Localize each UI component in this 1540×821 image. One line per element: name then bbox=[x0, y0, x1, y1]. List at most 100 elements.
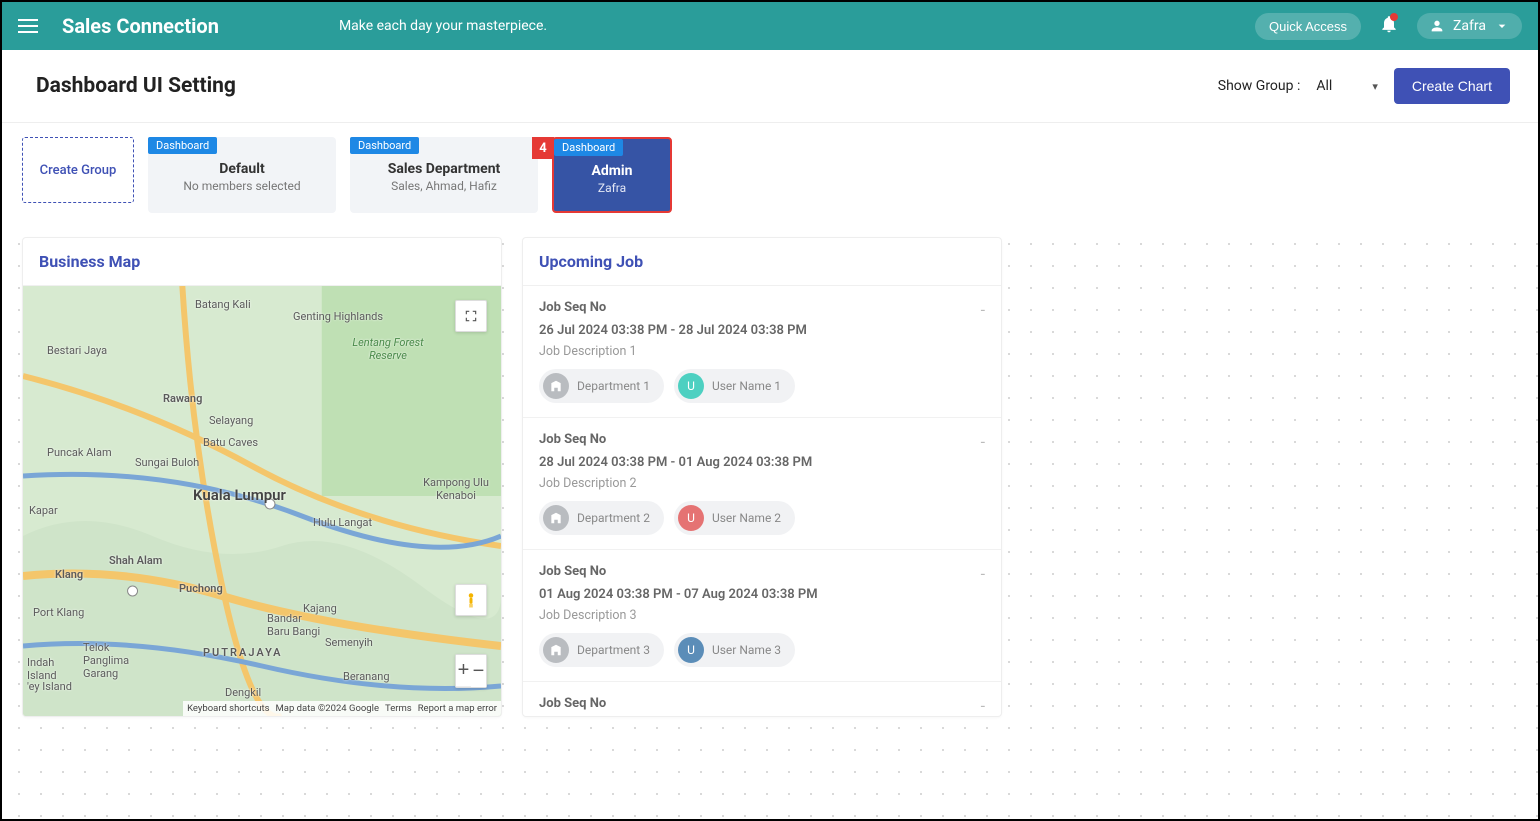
map-attribution: Keyboard shortcuts Map data ©2024 Google… bbox=[183, 701, 501, 716]
department-name: Department 1 bbox=[577, 379, 650, 393]
user-menu[interactable]: Zafra bbox=[1417, 13, 1522, 39]
map-label-rawang: Rawang bbox=[163, 392, 202, 405]
job-menu-icon[interactable]: - bbox=[981, 564, 985, 583]
job-menu-icon[interactable]: - bbox=[981, 300, 985, 319]
tagline-text: Make each day your masterpiece. bbox=[339, 18, 1255, 34]
building-icon bbox=[543, 373, 569, 399]
map-label-bandar: Bandar Baru Bangi bbox=[267, 612, 327, 638]
user-name: User Name 3 bbox=[712, 643, 781, 657]
map-label-port-klang: Port Klang bbox=[33, 606, 84, 619]
business-map-panel: Business Map Kuala Lumpur Shah Alam Klan… bbox=[22, 237, 502, 717]
map-label-hulu-langat: Hulu Langat bbox=[313, 516, 372, 529]
job-seq: Job Seq No bbox=[539, 300, 985, 315]
map-label-beranang: Beranang bbox=[343, 670, 390, 683]
map-label-lentang: Lentang Forest Reserve bbox=[343, 336, 433, 362]
group-card-sales-department[interactable]: Dashboard Sales Department Sales, Ahmad,… bbox=[350, 137, 538, 213]
job-menu-icon[interactable]: - bbox=[981, 432, 985, 451]
map-zoom-out-button[interactable]: − bbox=[471, 655, 486, 687]
user-name: Zafra bbox=[1453, 18, 1486, 34]
brand-title: Sales Connection bbox=[62, 14, 219, 38]
quick-access-button[interactable]: Quick Access bbox=[1255, 13, 1361, 40]
create-chart-button[interactable]: Create Chart bbox=[1394, 68, 1510, 104]
map-label-selayang: Selayang bbox=[209, 414, 253, 427]
user-chip[interactable]: U User Name 3 bbox=[674, 633, 795, 667]
job-item[interactable]: - Job Seq No bbox=[523, 682, 1001, 716]
user-avatar-icon: U bbox=[678, 505, 704, 531]
job-item[interactable]: - Job Seq No 26 Jul 2024 03:38 PM - 28 J… bbox=[523, 286, 1001, 418]
department-chip[interactable]: Department 1 bbox=[539, 369, 664, 403]
department-chip[interactable]: Department 3 bbox=[539, 633, 664, 667]
user-name: User Name 1 bbox=[712, 379, 781, 393]
page-header: Dashboard UI Setting Show Group : All ▾ … bbox=[2, 50, 1538, 123]
page-title: Dashboard UI Setting bbox=[36, 74, 236, 98]
user-chip[interactable]: U User Name 2 bbox=[674, 501, 795, 535]
user-avatar-icon: U bbox=[678, 637, 704, 663]
notifications-bell-icon[interactable] bbox=[1379, 14, 1399, 38]
user-icon bbox=[1429, 18, 1445, 34]
map-label-kapar: Kapar bbox=[29, 504, 58, 517]
create-group-button[interactable]: Create Group bbox=[22, 137, 134, 203]
group-subtitle: No members selected bbox=[158, 179, 326, 193]
department-name: Department 3 bbox=[577, 643, 650, 657]
building-icon bbox=[543, 637, 569, 663]
job-chips: Department 3 U User Name 3 bbox=[539, 633, 985, 667]
map-zoom-in-button[interactable]: + bbox=[456, 655, 471, 687]
job-desc: Job Description 1 bbox=[539, 344, 985, 359]
user-chip[interactable]: U User Name 1 bbox=[674, 369, 795, 403]
user-avatar-icon: U bbox=[678, 373, 704, 399]
job-time: 26 Jul 2024 03:38 PM - 28 Jul 2024 03:38… bbox=[539, 323, 985, 338]
group-card-admin[interactable]: 4 Dashboard Admin Zafra bbox=[552, 137, 672, 213]
page-header-actions: Show Group : All ▾ Create Chart bbox=[1218, 68, 1510, 104]
chevron-down-icon bbox=[1494, 18, 1510, 34]
map-zoom-controls: + − bbox=[455, 654, 487, 688]
map-fullscreen-icon[interactable] bbox=[455, 300, 487, 332]
group-subtitle: Zafra bbox=[564, 181, 660, 195]
upcoming-job-panel: Upcoming Job - Job Seq No 26 Jul 2024 03… bbox=[522, 237, 1002, 717]
map-attrib-data: Map data ©2024 Google bbox=[276, 703, 379, 714]
map-attrib-terms[interactable]: Terms bbox=[385, 703, 412, 714]
map-label-putrajaya: PUTRAJAYA bbox=[203, 646, 283, 659]
job-menu-icon[interactable]: - bbox=[981, 696, 985, 715]
topbar: Sales Connection Make each day your mast… bbox=[2, 2, 1538, 50]
step-badge: 4 bbox=[532, 137, 554, 159]
show-group-select[interactable]: All ▾ bbox=[1316, 78, 1377, 94]
job-seq: Job Seq No bbox=[539, 432, 985, 447]
hamburger-menu-icon[interactable] bbox=[18, 19, 38, 33]
map-pegman-icon[interactable] bbox=[455, 584, 487, 616]
job-chips: Department 2 U User Name 2 bbox=[539, 501, 985, 535]
group-badge: Dashboard bbox=[554, 139, 623, 156]
job-desc: Job Description 3 bbox=[539, 608, 985, 623]
map-label-shah-alam: Shah Alam bbox=[109, 554, 162, 567]
job-desc: Job Description 2 bbox=[539, 476, 985, 491]
group-card-admin-wrapper: 4 Dashboard Admin Zafra bbox=[552, 137, 672, 213]
group-badge: Dashboard bbox=[350, 137, 419, 154]
job-chips: Department 1 U User Name 1 bbox=[539, 369, 985, 403]
panel-title-jobs: Upcoming Job bbox=[523, 238, 1001, 286]
group-card-default[interactable]: Dashboard Default No members selected bbox=[148, 137, 336, 213]
map-attrib-shortcuts[interactable]: Keyboard shortcuts bbox=[187, 703, 269, 714]
show-group-value: All bbox=[1316, 78, 1332, 94]
map-label-batu-caves: Batu Caves bbox=[203, 436, 258, 449]
map-label-genting: Genting Highlands bbox=[293, 310, 383, 323]
map-label-ey-island: 'ey Island bbox=[27, 680, 72, 693]
job-seq: Job Seq No bbox=[539, 564, 985, 579]
content-area: Business Map Kuala Lumpur Shah Alam Klan… bbox=[2, 227, 1538, 818]
map-attrib-report[interactable]: Report a map error bbox=[418, 703, 497, 714]
map-label-kl: Kuala Lumpur bbox=[193, 486, 286, 504]
job-seq: Job Seq No bbox=[539, 696, 985, 711]
map-label-semenyih: Semenyih bbox=[325, 636, 373, 649]
map-label-puchong: Puchong bbox=[179, 582, 223, 595]
department-chip[interactable]: Department 2 bbox=[539, 501, 664, 535]
building-icon bbox=[543, 505, 569, 531]
job-item[interactable]: - Job Seq No 01 Aug 2024 03:38 PM - 07 A… bbox=[523, 550, 1001, 682]
map-label-dengkil: Dengkil bbox=[225, 686, 261, 699]
group-title: Admin bbox=[564, 163, 660, 179]
map-label-batang-kali: Batang Kali bbox=[195, 298, 251, 311]
job-time: 28 Jul 2024 03:38 PM - 01 Aug 2024 03:38… bbox=[539, 455, 985, 470]
group-subtitle: Sales, Ahmad, Hafiz bbox=[360, 179, 528, 193]
job-item[interactable]: - Job Seq No 28 Jul 2024 03:38 PM - 01 A… bbox=[523, 418, 1001, 550]
jobs-list: - Job Seq No 26 Jul 2024 03:38 PM - 28 J… bbox=[523, 286, 1001, 716]
map-body[interactable]: Kuala Lumpur Shah Alam Klang Port Klang … bbox=[23, 286, 501, 716]
map-label-bestari: Bestari Jaya bbox=[47, 344, 107, 357]
user-name: User Name 2 bbox=[712, 511, 781, 525]
